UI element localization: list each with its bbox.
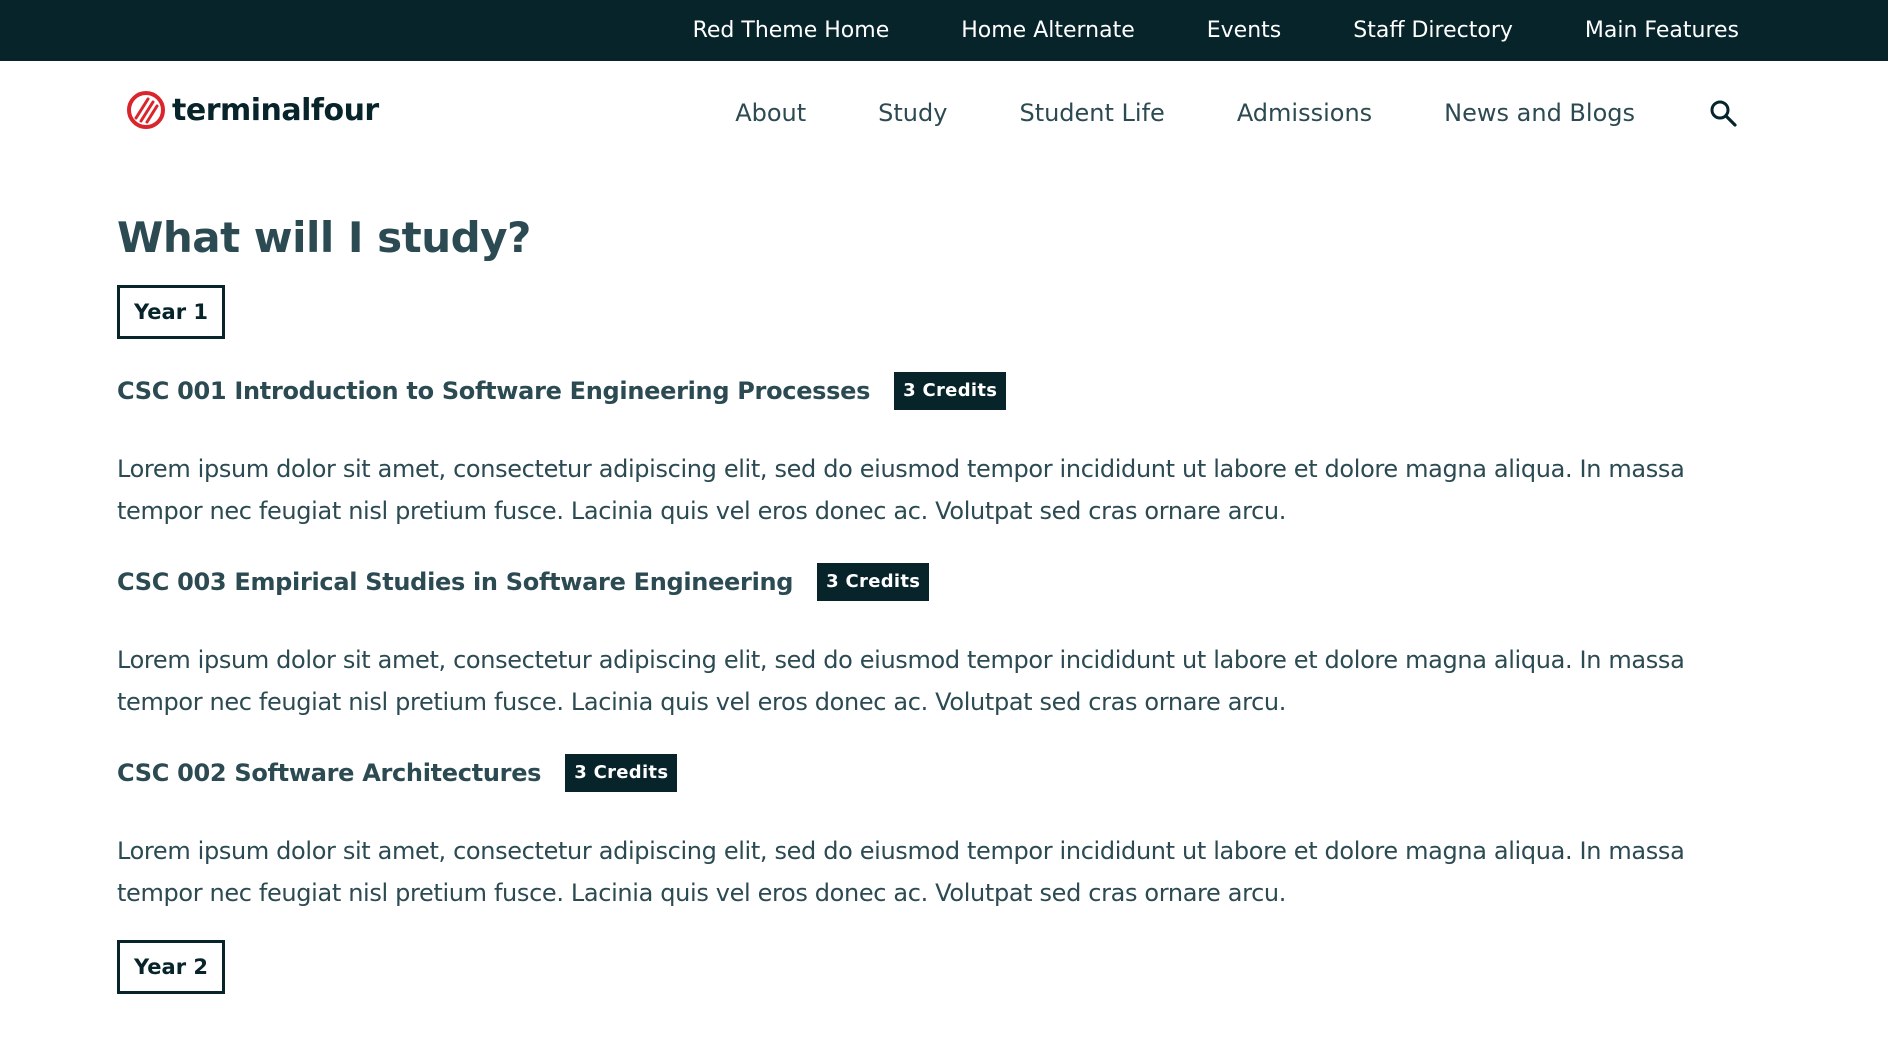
logo-mark-icon [127, 91, 165, 129]
utility-link-staff-directory[interactable]: Staff Directory [1353, 0, 1513, 61]
course-title: CSC 002 Software Architectures [117, 759, 542, 787]
year-1-label[interactable]: Year 1 [117, 285, 225, 339]
utility-nav: Red Theme Home Home Alternate Events Sta… [693, 0, 1739, 61]
site-header: terminalfour About Study Student Life Ad… [0, 61, 1888, 165]
nav-item-admissions[interactable]: Admissions [1237, 99, 1372, 127]
main-nav: About Study Student Life Admissions News… [735, 61, 1739, 165]
main-content: What will I study? Year 1 CSC 001 Introd… [117, 165, 1737, 994]
course-header: CSC 001 Introduction to Software Enginee… [117, 371, 1737, 411]
course-header: CSC 002 Software Architectures 3 Credits [117, 753, 1737, 793]
course-description: Lorem ipsum dolor sit amet, consectetur … [117, 455, 1685, 525]
course-description: Lorem ipsum dolor sit amet, consectetur … [117, 837, 1685, 907]
course-title: CSC 001 Introduction to Software Enginee… [117, 377, 871, 405]
course-title: CSC 003 Empirical Studies in Software En… [117, 568, 794, 596]
utility-link-main-features[interactable]: Main Features [1585, 0, 1739, 61]
year-2-label[interactable]: Year 2 [117, 940, 225, 994]
nav-item-about[interactable]: About [735, 99, 806, 127]
site-logo[interactable]: terminalfour [126, 88, 379, 132]
search-button[interactable] [1707, 97, 1739, 129]
nav-item-news-and-blogs[interactable]: News and Blogs [1444, 99, 1635, 127]
utility-link-home-alternate[interactable]: Home Alternate [961, 0, 1135, 61]
utility-link-events[interactable]: Events [1207, 0, 1282, 61]
course-description: Lorem ipsum dolor sit amet, consectetur … [117, 646, 1685, 716]
course-header: CSC 003 Empirical Studies in Software En… [117, 562, 1737, 602]
search-icon [1710, 100, 1737, 127]
top-utility-bar: Red Theme Home Home Alternate Events Sta… [0, 0, 1888, 61]
credits-badge: 3 Credits [565, 754, 678, 792]
credits-badge: 3 Credits [894, 372, 1007, 410]
page-title: What will I study? [117, 213, 531, 262]
nav-item-study[interactable]: Study [878, 99, 947, 127]
utility-link-red-theme-home[interactable]: Red Theme Home [693, 0, 890, 61]
logo-text: terminalfour [172, 92, 379, 128]
credits-badge: 3 Credits [817, 563, 930, 601]
nav-item-student-life[interactable]: Student Life [1019, 99, 1164, 127]
